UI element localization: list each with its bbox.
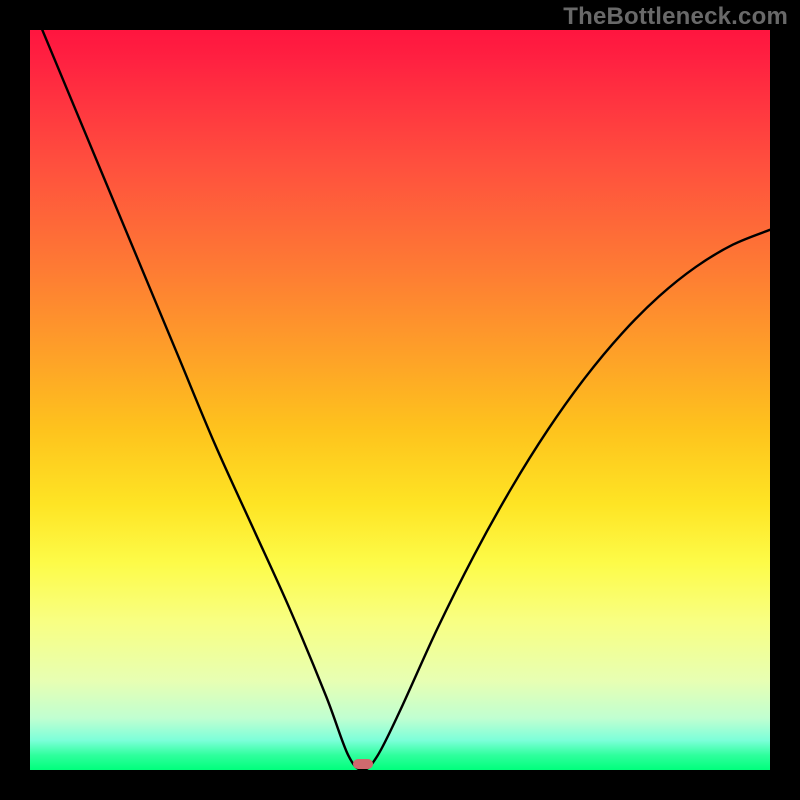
bottleneck-curve — [30, 30, 770, 770]
optimum-marker — [353, 759, 373, 769]
watermark-text: TheBottleneck.com — [563, 3, 788, 31]
plot-area — [30, 30, 770, 770]
chart-container: TheBottleneck.com — [0, 0, 800, 800]
